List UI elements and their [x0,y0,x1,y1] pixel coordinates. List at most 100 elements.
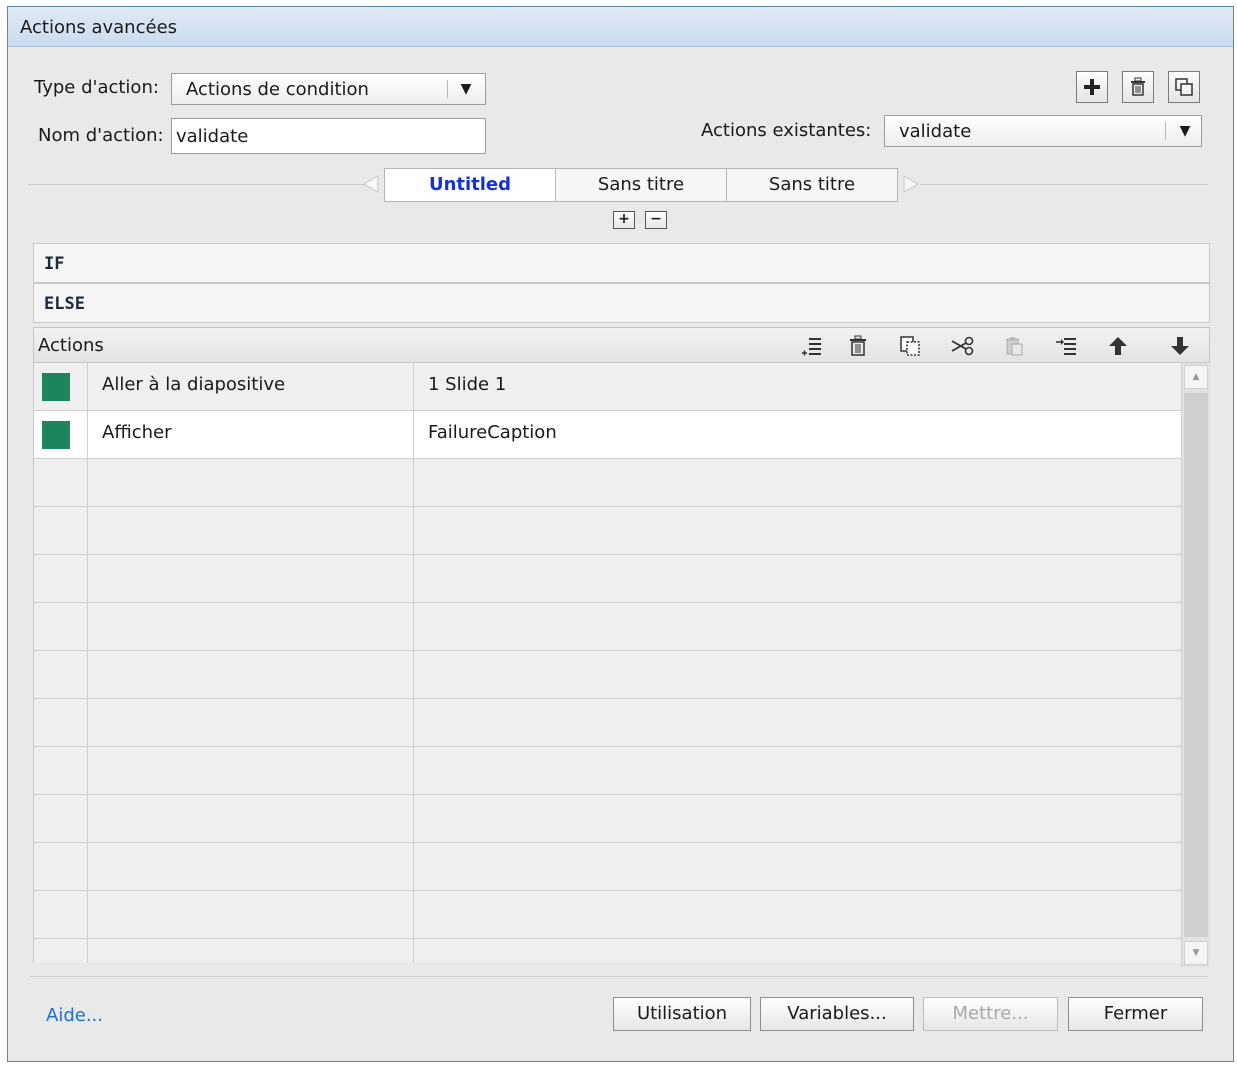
actions-title: Actions [38,335,104,356]
row-status-cell[interactable] [34,459,88,506]
target-text: FailureCaption [428,422,557,443]
action-cell[interactable] [88,507,414,554]
target-cell[interactable] [414,603,1181,650]
table-row[interactable] [34,651,1181,699]
table-row[interactable] [34,747,1181,795]
action-cell[interactable] [88,603,414,650]
action-cell[interactable]: Afficher [88,411,414,458]
scroll-down-icon[interactable]: ▼ [1184,941,1208,965]
table-row[interactable] [34,891,1181,939]
row-status-cell[interactable] [34,603,88,650]
target-cell[interactable] [414,939,1181,963]
target-cell[interactable]: 1 Slide 1 [414,363,1181,410]
target-cell[interactable] [414,507,1181,554]
table-row[interactable] [34,699,1181,747]
row-status-cell[interactable] [34,507,88,554]
else-section[interactable]: ELSE [33,283,1210,323]
add-decision-button[interactable]: + [613,211,635,229]
action-cell[interactable] [88,939,414,963]
target-cell[interactable] [414,891,1181,938]
plus-icon [1084,79,1100,95]
target-cell[interactable]: FailureCaption [414,411,1181,458]
action-cell[interactable] [88,699,414,746]
action-text: Afficher [102,422,172,443]
indent-icon[interactable] [1052,333,1080,359]
paste-icon[interactable] [1000,333,1028,359]
vertical-scrollbar[interactable]: ▲ ▼ [1181,363,1210,967]
table-row[interactable]: Aller à la diapositive 1 Slide 1 [34,363,1181,411]
row-status-cell[interactable] [34,795,88,842]
target-text: 1 Slide 1 [428,374,507,395]
row-status-cell[interactable] [34,699,88,746]
delete-action-button[interactable] [1122,71,1154,103]
tab-sans-titre-2[interactable]: Sans titre [726,168,898,202]
chevron-down-icon[interactable]: ▼ [1172,120,1198,142]
target-cell[interactable] [414,651,1181,698]
scroll-left-icon[interactable] [362,174,382,194]
row-status-cell[interactable] [34,555,88,602]
help-link[interactable]: Aide... [46,1005,103,1026]
table-row[interactable] [34,555,1181,603]
action-name-input[interactable]: validate [171,118,486,154]
row-status-cell[interactable] [34,843,88,890]
close-button[interactable]: Fermer [1068,997,1203,1031]
row-status-cell[interactable] [34,891,88,938]
tab-sans-titre-1[interactable]: Sans titre [555,168,727,202]
row-status-cell[interactable] [34,747,88,794]
target-cell[interactable] [414,459,1181,506]
table-row[interactable] [34,603,1181,651]
tab-strip-line-left [28,184,368,185]
if-section[interactable]: IF [33,243,1210,283]
action-cell[interactable] [88,651,414,698]
tab-untitled[interactable]: Untitled [384,168,556,202]
action-type-select[interactable]: Actions de condition ▼ [171,73,486,105]
target-cell[interactable] [414,795,1181,842]
row-status-cell[interactable] [34,651,88,698]
action-type-value: Actions de condition [186,79,369,100]
target-cell[interactable] [414,843,1181,890]
row-status-cell[interactable] [34,411,88,458]
insert-row-icon[interactable] [798,333,826,359]
usage-button[interactable]: Utilisation [613,997,751,1031]
table-row[interactable]: Afficher FailureCaption [34,411,1181,459]
table-row[interactable] [34,843,1181,891]
move-down-icon[interactable] [1166,333,1194,359]
table-row[interactable] [34,507,1181,555]
action-cell[interactable] [88,795,414,842]
row-status-cell[interactable] [34,363,88,410]
action-cell[interactable] [88,747,414,794]
action-cell[interactable] [88,891,414,938]
chevron-down-icon[interactable]: ▼ [453,78,479,100]
target-cell[interactable] [414,555,1181,602]
combo-separator [447,80,448,98]
delete-icon[interactable] [844,333,872,359]
existing-actions-value: validate [899,121,972,142]
put-button[interactable]: Mettre... [923,997,1058,1031]
action-cell[interactable] [88,843,414,890]
copy-icon[interactable] [896,333,924,359]
target-cell[interactable] [414,699,1181,746]
move-up-icon[interactable] [1104,333,1132,359]
duplicate-icon [1175,78,1193,96]
footer-divider [30,976,1208,977]
row-status-cell[interactable] [34,939,88,963]
variables-button[interactable]: Variables... [760,997,914,1031]
scroll-up-icon[interactable]: ▲ [1184,365,1208,389]
scroll-thumb[interactable] [1184,393,1208,937]
action-cell[interactable] [88,555,414,602]
action-cell[interactable]: Aller à la diapositive [88,363,414,410]
cut-icon[interactable] [948,333,976,359]
scroll-right-icon[interactable] [900,174,920,194]
action-name-label: Nom d'action: [38,125,164,146]
table-row[interactable] [34,459,1181,507]
action-text: Aller à la diapositive [102,374,286,395]
target-cell[interactable] [414,747,1181,794]
title-bar: Actions avancées [8,7,1233,47]
table-row[interactable] [34,939,1181,963]
existing-actions-select[interactable]: validate ▼ [884,115,1202,147]
duplicate-action-button[interactable] [1168,71,1200,103]
remove-decision-button[interactable]: − [645,211,667,229]
add-action-button[interactable] [1076,71,1108,103]
action-cell[interactable] [88,459,414,506]
table-row[interactable] [34,795,1181,843]
